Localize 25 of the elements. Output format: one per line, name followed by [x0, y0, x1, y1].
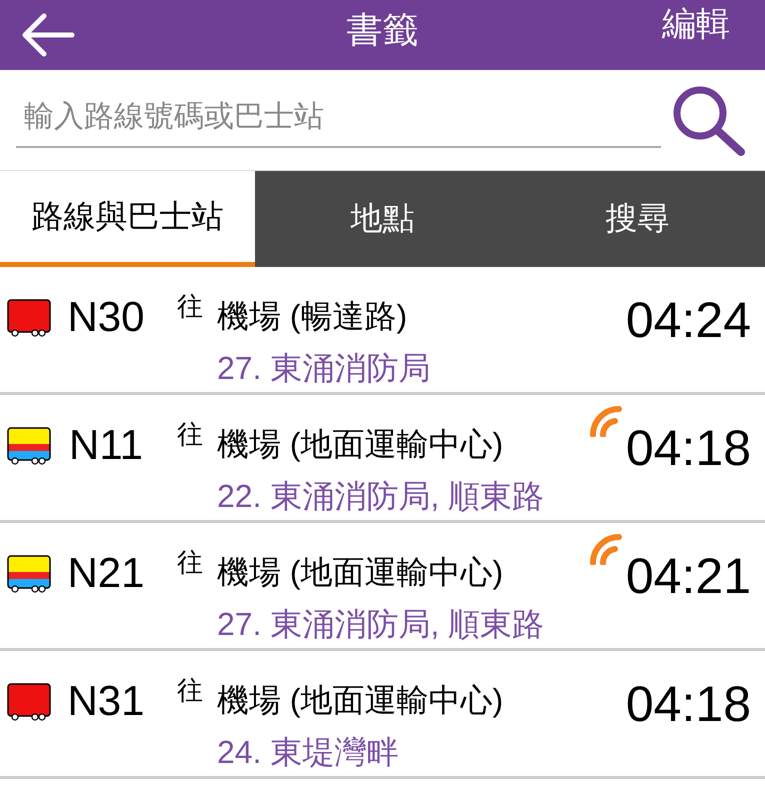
route-number: N21 — [67, 549, 145, 596]
towards-label: 往 — [177, 675, 203, 705]
bus-stop: 24. 東堤灣畔 — [217, 733, 400, 772]
destination: 機場 (地面運輸中心) — [217, 425, 504, 464]
arrival-time: 04:18 — [626, 675, 751, 733]
route-number: N11 — [69, 421, 143, 468]
route-number: N31 — [67, 677, 145, 724]
destination: 機場 (地面運輸中心) — [217, 553, 504, 592]
back-arrow-icon[interactable] — [20, 12, 76, 58]
towards-label: 往 — [177, 547, 203, 577]
tab[interactable]: 地點 — [255, 171, 510, 267]
route-number: N30 — [67, 293, 145, 340]
tab[interactable]: 搜尋 — [510, 171, 765, 267]
bus-stop: 27. 東涌消防局, 順東路 — [217, 605, 544, 644]
towards-label: 往 — [177, 291, 203, 321]
bus-stop: 27. 東涌消防局 — [217, 349, 430, 388]
arrival-time: 04:24 — [626, 291, 751, 349]
destination: 機場 (暢達路) — [217, 297, 408, 336]
arrival-time: 04:18 — [626, 419, 751, 477]
bus-stop: 22. 東涌消防局, 順東路 — [217, 477, 544, 516]
towards-label: 往 — [177, 419, 203, 449]
page-title: 書籤 — [346, 9, 418, 50]
arrival-time: 04:21 — [626, 547, 751, 605]
edit-button[interactable]: 編輯 — [662, 1, 730, 47]
destination: 機場 (地面運輸中心) — [217, 681, 504, 720]
